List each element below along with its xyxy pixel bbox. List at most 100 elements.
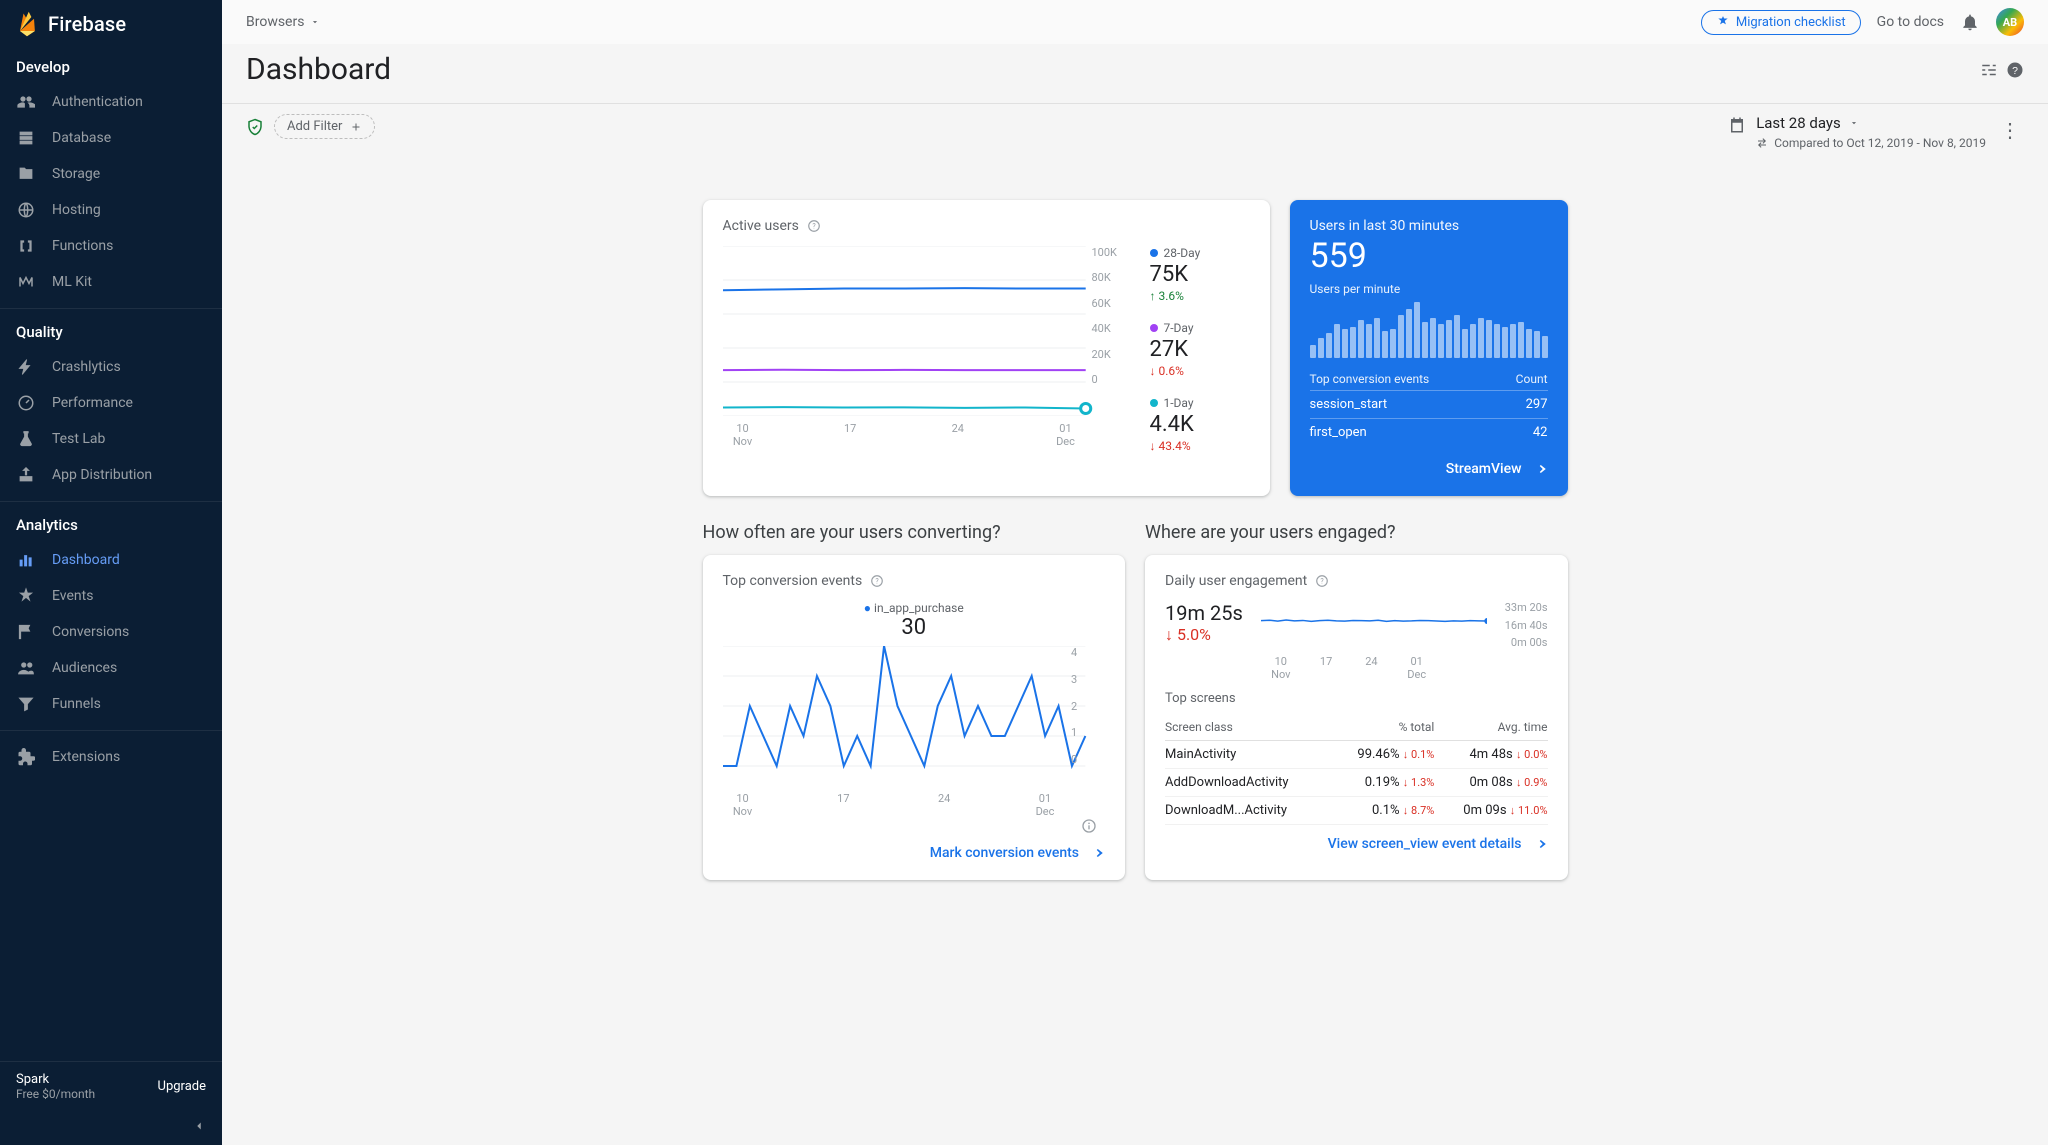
table-row: MainActivity99.46% ↓ 0.1%4m 48s ↓ 0.0% bbox=[1165, 741, 1548, 769]
realtime-value: 559 bbox=[1310, 236, 1548, 276]
sidebar-item-conversions[interactable]: Conversions bbox=[0, 614, 222, 650]
sidebar-section-title: Develop bbox=[0, 48, 222, 80]
legend-item: 7-Day27K↓ 0.6% bbox=[1150, 321, 1250, 378]
users-per-minute-chart bbox=[1310, 302, 1548, 358]
sidebar-item-database[interactable]: Database bbox=[0, 120, 222, 156]
overflow-menu-button[interactable]: ⋮ bbox=[1996, 114, 2024, 146]
events-icon bbox=[16, 586, 36, 606]
engagement-sparkline bbox=[1261, 601, 1487, 649]
ml-icon bbox=[16, 272, 36, 292]
sidebar-item-performance[interactable]: Performance bbox=[0, 385, 222, 421]
shield-check-icon bbox=[246, 118, 264, 136]
sidebar-item-label: Storage bbox=[52, 166, 100, 182]
firebase-logo[interactable]: Firebase bbox=[0, 0, 222, 48]
section-heading-engagement: Where are your users engaged? bbox=[1145, 522, 1568, 543]
sidebar-item-test-lab[interactable]: Test Lab bbox=[0, 421, 222, 457]
sidebar-item-label: Functions bbox=[52, 238, 113, 254]
plan-sub: Free $0/month bbox=[16, 1087, 95, 1101]
top-screens-title: Top screens bbox=[1165, 691, 1548, 706]
add-filter-button[interactable]: Add Filter bbox=[274, 114, 375, 139]
sidebar-item-hosting[interactable]: Hosting bbox=[0, 192, 222, 228]
caret-down-icon bbox=[310, 17, 320, 27]
migration-label: Migration checklist bbox=[1736, 15, 1846, 30]
arrow-right-icon bbox=[1530, 835, 1548, 853]
active-users-legend: 28-Day75K↑ 3.6%7-Day27K↓ 0.6%1-Day4.4K↓ … bbox=[1150, 246, 1250, 453]
date-range-picker[interactable]: Last 28 days bbox=[1756, 114, 1859, 132]
flag-icon bbox=[16, 622, 36, 642]
add-filter-label: Add Filter bbox=[287, 119, 342, 134]
sidebar-item-label: Database bbox=[52, 130, 111, 146]
sidebar-item-functions[interactable]: Functions bbox=[0, 228, 222, 264]
svg-text:?: ? bbox=[2012, 64, 2018, 76]
legend-item: 1-Day4.4K↓ 43.4% bbox=[1150, 396, 1250, 453]
table-row: session_start297 bbox=[1310, 390, 1548, 418]
collapse-sidebar-button[interactable] bbox=[0, 1111, 222, 1145]
help-button[interactable]: ? bbox=[2006, 61, 2024, 79]
table-row: DownloadM...Activity0.1% ↓ 8.7%0m 09s ↓ … bbox=[1165, 797, 1548, 825]
plan-bar: Spark Free $0/month Upgrade bbox=[0, 1061, 222, 1111]
plus-icon bbox=[350, 121, 362, 133]
sidebar-item-label: ML Kit bbox=[52, 274, 92, 290]
sidebar-section-title: Analytics bbox=[0, 506, 222, 538]
sidebar-item-label: Performance bbox=[52, 395, 133, 411]
streamview-link[interactable]: StreamView bbox=[1310, 460, 1548, 478]
notifications-button[interactable] bbox=[1960, 12, 1980, 32]
bell-icon bbox=[1960, 12, 1980, 32]
card-title: Top conversion events bbox=[723, 573, 863, 589]
firebase-flame-icon bbox=[16, 10, 38, 38]
sidebar-item-label: App Distribution bbox=[52, 467, 152, 483]
help-icon[interactable]: ? bbox=[1315, 574, 1329, 588]
database-icon bbox=[16, 128, 36, 148]
sidebar-item-events[interactable]: Events bbox=[0, 578, 222, 614]
filter-bar: Add Filter Last 28 days Compared to Oct … bbox=[222, 104, 2048, 160]
migration-checklist-button[interactable]: Migration checklist bbox=[1701, 10, 1861, 35]
sidebar-item-ml-kit[interactable]: ML Kit bbox=[0, 264, 222, 300]
plan-name: Spark bbox=[16, 1072, 95, 1087]
svg-text:?: ? bbox=[876, 577, 880, 585]
sliders-icon bbox=[1980, 61, 1998, 79]
svg-text:?: ? bbox=[812, 222, 816, 230]
info-icon[interactable] bbox=[1081, 818, 1097, 834]
sidebar-item-audiences[interactable]: Audiences bbox=[0, 650, 222, 686]
sidebar-item-label: Conversions bbox=[52, 624, 129, 640]
realtime-card: Users in last 30 minutes 559 Users per m… bbox=[1290, 200, 1568, 496]
caret-down-icon bbox=[1849, 118, 1859, 128]
sidebar-item-label: Events bbox=[52, 588, 93, 604]
help-icon: ? bbox=[2006, 61, 2024, 79]
sidebar-item-app-distribution[interactable]: App Distribution bbox=[0, 457, 222, 493]
upgrade-button[interactable]: Upgrade bbox=[158, 1079, 206, 1094]
sidebar-item-label: Audiences bbox=[52, 660, 117, 676]
mark-conversion-link[interactable]: Mark conversion events bbox=[723, 844, 1106, 862]
go-to-docs-link[interactable]: Go to docs bbox=[1877, 14, 1944, 30]
engagement-kpi: 19m 25s bbox=[1165, 601, 1243, 625]
sidebar-item-authentication[interactable]: Authentication bbox=[0, 84, 222, 120]
sidebar-item-storage[interactable]: Storage bbox=[0, 156, 222, 192]
engagement-card: Daily user engagement ? 19m 25s ↓ 5.0% 1… bbox=[1145, 555, 1568, 880]
svg-text:?: ? bbox=[1321, 577, 1325, 585]
project-selector[interactable]: Browsers bbox=[246, 14, 320, 30]
table-row: AddDownloadActivity0.19% ↓ 1.3%0m 08s ↓ … bbox=[1165, 769, 1548, 797]
help-icon[interactable]: ? bbox=[807, 219, 821, 233]
globe-icon bbox=[16, 200, 36, 220]
settings-toggle-button[interactable] bbox=[1980, 61, 1998, 79]
help-icon[interactable]: ? bbox=[870, 574, 884, 588]
sidebar-item-crashlytics[interactable]: Crashlytics bbox=[0, 349, 222, 385]
arrow-right-icon bbox=[1087, 844, 1105, 862]
sidebar-item-dashboard[interactable]: Dashboard bbox=[0, 542, 222, 578]
view-screen-details-link[interactable]: View screen_view event details bbox=[1165, 835, 1548, 853]
avatar[interactable]: AB bbox=[1996, 8, 2024, 36]
card-title: Users in last 30 minutes bbox=[1310, 218, 1548, 234]
conversion-chart bbox=[723, 646, 1106, 786]
sidebar-item-label: Extensions bbox=[52, 749, 120, 765]
col-count: Count bbox=[1516, 372, 1548, 386]
sidebar-item-extensions[interactable]: Extensions bbox=[0, 739, 222, 775]
dist-icon bbox=[16, 465, 36, 485]
sidebar-item-funnels[interactable]: Funnels bbox=[0, 686, 222, 722]
audience-icon bbox=[16, 658, 36, 678]
conversion-legend: ● in_app_purchase 30 bbox=[723, 601, 1106, 640]
date-range-label: Last 28 days bbox=[1756, 114, 1841, 132]
engagement-delta: ↓ 5.0% bbox=[1165, 625, 1243, 645]
dashboard-icon bbox=[16, 550, 36, 570]
sidebar-item-label: Hosting bbox=[52, 202, 101, 218]
active-users-card: Active users ? 100K80K60K40K20K0 10Nov17… bbox=[703, 200, 1270, 496]
